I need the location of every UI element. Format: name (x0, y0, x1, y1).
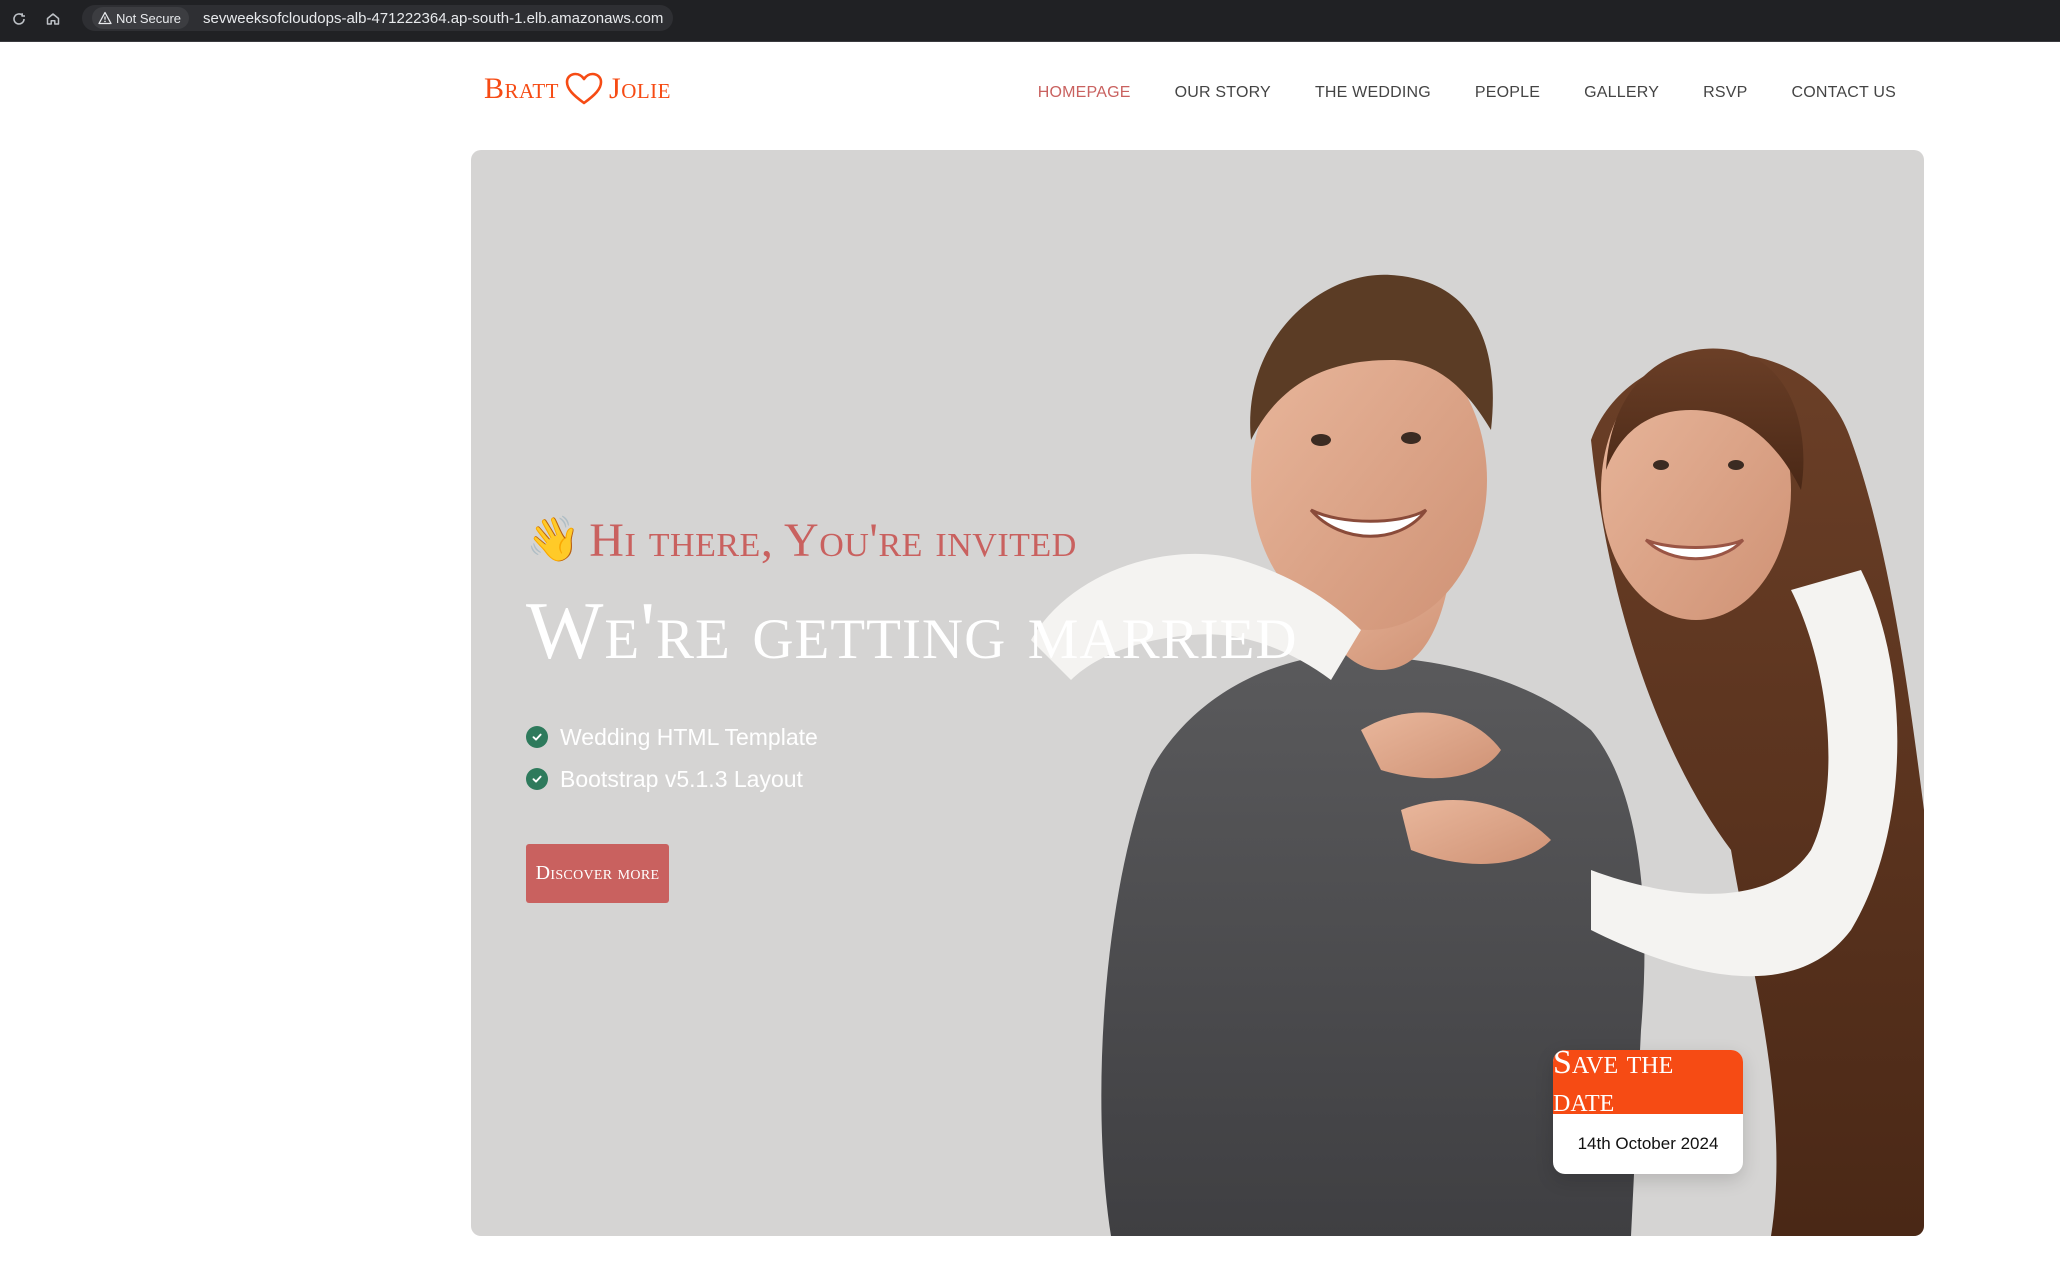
security-indicator[interactable]: Not Secure (92, 7, 190, 29)
discover-more-button[interactable]: Discover more (526, 844, 669, 903)
save-the-date-title: Save the date (1553, 1050, 1743, 1119)
hero-intro: 👋 Hi there, You're invited We're getting… (526, 510, 1298, 903)
url-text[interactable]: sevweeksofcloudops-alb-471222364.ap-sout… (197, 10, 663, 27)
heart-outline-icon (565, 72, 603, 105)
brand-logo[interactable]: Bratt Jolie (484, 72, 671, 106)
nav-rsvp[interactable]: RSVP (1703, 84, 1747, 102)
hero-section: 👋 Hi there, You're invited We're getting… (471, 150, 1924, 1236)
nav-our-story[interactable]: OUR STORY (1175, 84, 1271, 102)
main-nav: HOMEPAGE OUR STORY THE WEDDING PEOPLE GA… (1038, 84, 1896, 102)
warning-icon (98, 11, 112, 25)
feature-list: Wedding HTML Template Bootstrap v5.1.3 L… (526, 716, 1298, 800)
greeting-heading: 👋 Hi there, You're invited (526, 510, 1298, 570)
hero-headline: We're getting married (526, 585, 1298, 676)
site-header: Bratt Jolie HOMEPAGE OUR STORY THE WEDDI… (471, 42, 1924, 150)
wedding-date: 14th October 2024 (1577, 1134, 1719, 1153)
check-circle-icon (526, 726, 548, 748)
nav-homepage[interactable]: HOMEPAGE (1038, 84, 1131, 102)
address-bar[interactable]: Not Secure sevweeksofcloudops-alb-471222… (82, 5, 674, 31)
security-label: Not Secure (116, 10, 182, 26)
home-icon[interactable] (42, 8, 64, 30)
feature-text: Wedding HTML Template (560, 723, 818, 750)
check-circle-icon (526, 768, 548, 790)
nav-gallery[interactable]: GALLERY (1584, 84, 1659, 102)
feature-item: Bootstrap v5.1.3 Layout (526, 758, 1298, 800)
nav-the-wedding[interactable]: THE WEDDING (1315, 84, 1431, 102)
waving-hand-icon: 👋 (526, 514, 582, 565)
brand-name-left: Bratt (484, 72, 560, 105)
reload-icon[interactable] (8, 8, 30, 30)
feature-item: Wedding HTML Template (526, 716, 1298, 758)
nav-contact-us[interactable]: CONTACT US (1791, 84, 1896, 102)
greeting-text: Hi there, You're invited (589, 513, 1077, 567)
browser-toolbar: Not Secure sevweeksofcloudops-alb-471222… (0, 0, 2060, 42)
brand-name-right: Jolie (609, 72, 672, 105)
feature-text: Bootstrap v5.1.3 Layout (560, 765, 803, 792)
nav-people[interactable]: PEOPLE (1475, 84, 1540, 102)
save-the-date-card: Save the date 14th October 2024 (1553, 1050, 1743, 1174)
